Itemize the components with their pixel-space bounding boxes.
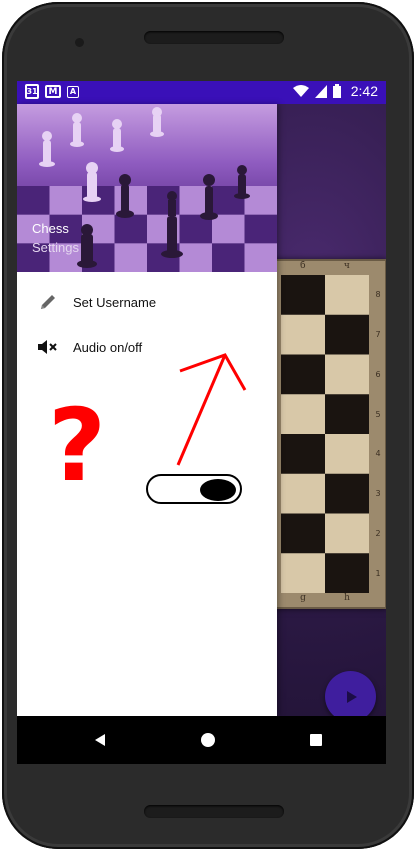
menu-item-label: Audio on/off <box>73 339 143 355</box>
board-squares <box>281 275 369 593</box>
board-file-label: ч <box>343 261 350 271</box>
bottom-speaker <box>144 805 284 818</box>
battery-icon <box>332 84 341 98</box>
calendar-icon: 31 <box>25 84 39 99</box>
board-file-label: g <box>300 593 306 603</box>
play-icon <box>346 690 357 703</box>
status-bar: 31 M A 2:42 <box>17 81 386 104</box>
board-file-labels-top: б ч <box>281 261 369 275</box>
back-icon[interactable] <box>88 728 112 752</box>
menu-item-label: Set Username <box>73 294 157 310</box>
wifi-icon <box>292 84 309 97</box>
system-navigation-bar <box>17 716 386 764</box>
board-rank-label: 2 <box>375 528 381 538</box>
drawer-header: Chess Settings <box>17 104 277 272</box>
status-time: 2:42 <box>350 83 378 99</box>
a-icon: A <box>67 85 79 98</box>
board-file-labels-bottom: g h <box>281 593 369 607</box>
board-rank-label: 7 <box>375 330 381 340</box>
board-rank-label: 6 <box>375 369 381 379</box>
front-camera <box>75 38 84 47</box>
volume-mute-icon <box>37 336 59 358</box>
gmail-icon: M <box>45 85 61 98</box>
board-rank-label: 3 <box>375 489 381 499</box>
audio-toggle-switch[interactable] <box>146 474 242 504</box>
chessboard-image: б ч 8 7 6 5 4 3 2 1 g h <box>267 259 386 609</box>
board-rank-labels: 8 7 6 5 4 3 2 1 <box>373 275 383 593</box>
board-rank-label: 4 <box>375 449 381 459</box>
menu-item-set-username[interactable]: Set Username <box>17 280 277 324</box>
pencil-icon <box>37 291 59 313</box>
board-file-label: h <box>344 593 350 603</box>
recents-icon[interactable] <box>304 728 328 752</box>
drawer-header-subtitle: Settings <box>32 240 79 255</box>
home-icon[interactable] <box>196 728 220 752</box>
drawer-header-title: Chess <box>32 221 69 236</box>
annotation-arrow <box>176 353 247 466</box>
toggle-knob <box>200 479 236 501</box>
earpiece-speaker <box>144 31 284 44</box>
play-fab-button[interactable] <box>325 671 376 722</box>
board-file-label: б <box>300 261 306 271</box>
board-rank-label: 8 <box>375 290 381 300</box>
annotation-question-mark: ? <box>48 387 107 504</box>
board-rank-label: 5 <box>375 409 381 419</box>
signal-icon <box>314 84 327 98</box>
board-rank-label: 1 <box>375 568 381 578</box>
